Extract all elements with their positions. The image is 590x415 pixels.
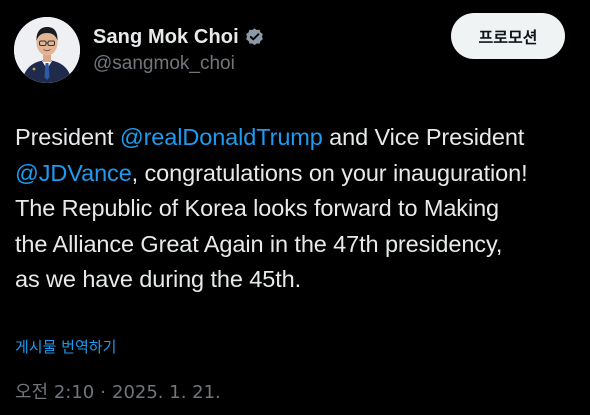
user-handle[interactable]: @sangmok_choi xyxy=(93,53,265,75)
post-text: President @realDonaldTrump and Vice Pres… xyxy=(15,120,585,298)
author-block: Sang Mok Choi @sangmok_choi xyxy=(93,24,265,75)
post-line-1: President @realDonaldTrump and Vice Pres… xyxy=(15,120,585,156)
meta-separator: · xyxy=(100,382,106,403)
post-time: 오전 2:10 xyxy=(15,382,95,403)
post-line-5: as we have during the 45th. xyxy=(15,266,302,292)
post-container: Sang Mok Choi @sangmok_choi 프로모션 Preside… xyxy=(0,0,590,415)
post-line-4: the Alliance Great Again in the 47th pre… xyxy=(15,230,503,257)
mention-link-realdonaldtrump[interactable]: @realDonaldTrump xyxy=(120,124,323,150)
post-text-segment: President xyxy=(15,124,120,150)
verified-badge-icon xyxy=(244,27,265,48)
avatar[interactable] xyxy=(14,17,80,83)
name-row: Sang Mok Choi xyxy=(93,24,265,50)
post-date: 2025. 1. 21. xyxy=(112,382,221,403)
promote-button[interactable]: 프로모션 xyxy=(451,13,565,59)
post-line-3: The Republic of Korea looks forward to M… xyxy=(15,195,500,221)
translate-post-link[interactable]: 게시물 번역하기 xyxy=(15,336,116,357)
profile-photo xyxy=(14,17,80,83)
mention-link-jdvance[interactable]: @JDVance xyxy=(15,160,132,186)
display-name[interactable]: Sang Mok Choi xyxy=(93,26,239,49)
post-text-segment: , congratulations on your inauguration! xyxy=(131,159,528,186)
post-line-2: @JDVance, congratulations on your inaugu… xyxy=(15,156,585,192)
post-timestamp[interactable]: 오전 2:10 · 2025. 1. 21. xyxy=(15,378,221,404)
post-text-segment: and Vice President xyxy=(322,124,525,150)
